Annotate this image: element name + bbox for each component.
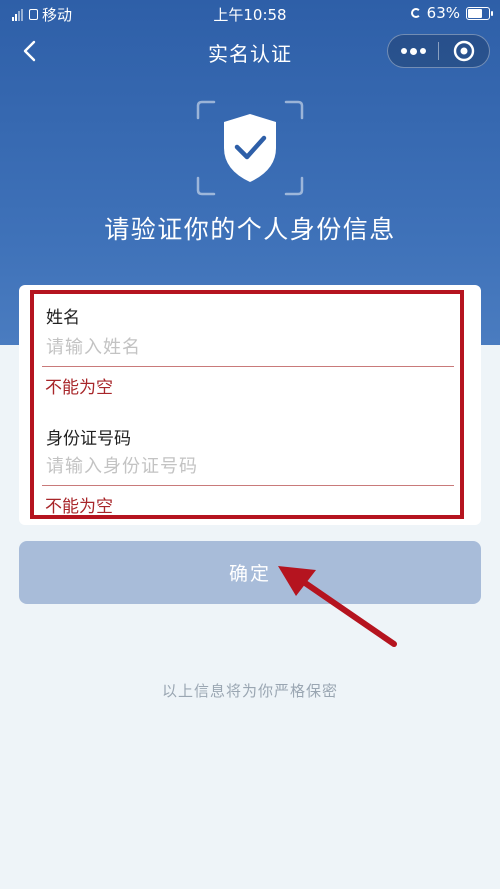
name-error-text: 不能为空 xyxy=(45,378,113,398)
nav-bar: 实名认证 xyxy=(0,26,500,76)
id-number-input[interactable] xyxy=(46,451,454,481)
privacy-note: 以上信息将为你严格保密 xyxy=(161,682,338,700)
battery-percent: 63% xyxy=(426,4,460,22)
shield-check-icon xyxy=(196,100,304,196)
id-number-error-text: 不能为空 xyxy=(45,497,113,517)
target-circle-icon xyxy=(453,40,475,62)
status-bar: 移动 上午10:58 63% xyxy=(0,0,500,26)
name-input[interactable] xyxy=(46,332,454,362)
confirm-button[interactable]: 确定 xyxy=(19,541,481,604)
battery-icon xyxy=(466,6,493,20)
lock-rotation-icon xyxy=(410,8,421,18)
status-right: 63% xyxy=(410,4,493,22)
battery-fill xyxy=(468,8,482,18)
name-label: 姓名 xyxy=(46,308,80,328)
more-button[interactable] xyxy=(388,34,438,68)
mini-program-capsule xyxy=(387,34,490,68)
close-mini-program-button[interactable] xyxy=(439,34,489,68)
id-number-label: 身份证号码 xyxy=(46,429,131,449)
headline: 请验证你的个人身份信息 xyxy=(104,215,396,244)
name-input-underline xyxy=(42,366,454,367)
identity-form-card xyxy=(19,285,481,525)
id-number-input-underline xyxy=(42,485,454,486)
more-dots-icon xyxy=(400,48,407,54)
